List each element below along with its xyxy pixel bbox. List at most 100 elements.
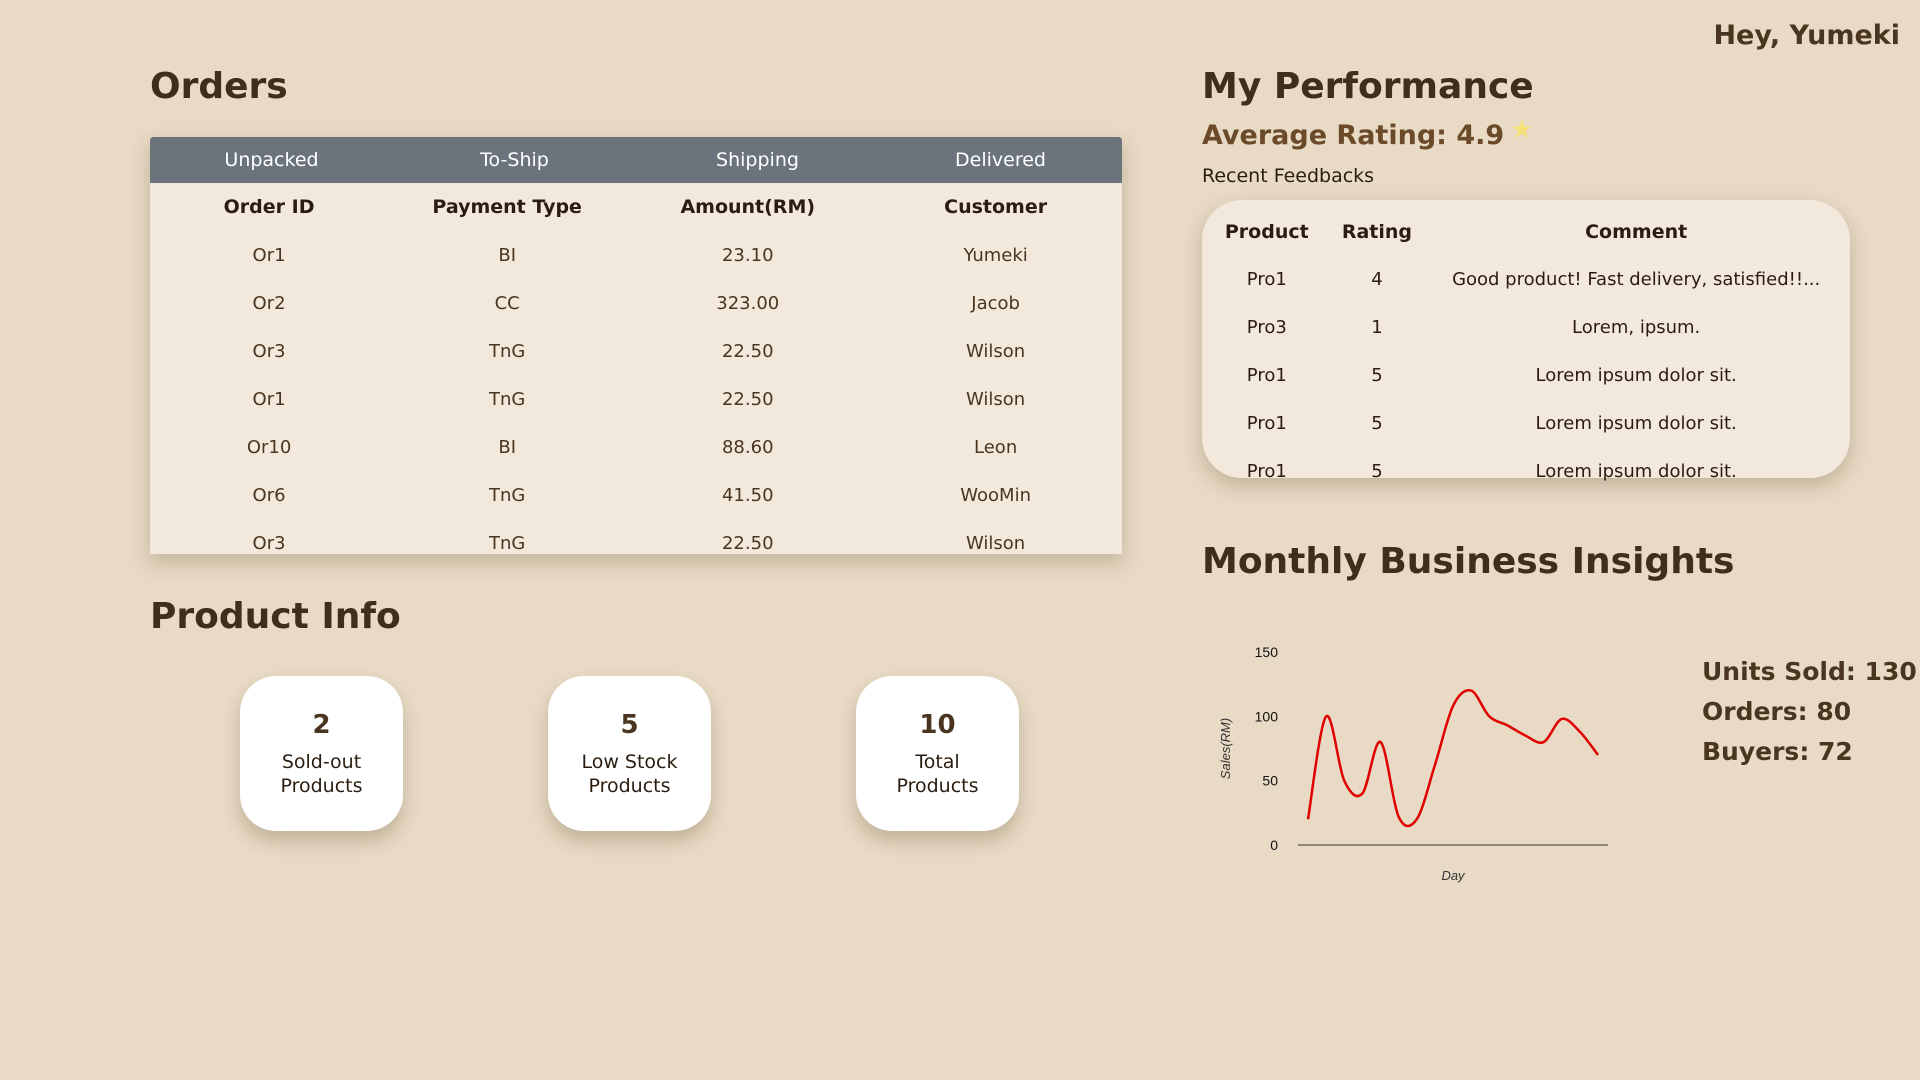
buyers-stat: Buyers: 72: [1702, 737, 1853, 766]
sales-chart: 0 50 100 150 Day Sales(RM): [1210, 630, 1630, 900]
feedback-comment-cell: Lorem, ipsum.: [1572, 316, 1701, 338]
amount-cell: 88.60: [721, 436, 774, 458]
feedback-row[interactable]: Pro1 5 Lorem ipsum dolor sit.: [1202, 351, 1850, 399]
feedback-table: Product Rating Comment Pro1 4 Good product…: [1202, 208, 1850, 495]
order-id-cell: Or6: [252, 484, 286, 506]
feedback-rating-cell: 5: [1371, 364, 1383, 386]
user-greeting: Hey, Yumeki: [1713, 20, 1900, 51]
feedback-comment-cell: Lorem ipsum dolor sit.: [1535, 364, 1737, 386]
low-stock-products-card[interactable]: 5 Low Stock Products: [548, 676, 711, 831]
order-row[interactable]: Or2 CC 323.00 Jacob: [150, 279, 1122, 327]
feedback-product-cell: Pro1: [1246, 364, 1287, 386]
column-header-rating: Rating: [1341, 220, 1413, 243]
product-info-title: Product Info: [150, 596, 401, 637]
customer-cell: Yumeki: [963, 244, 1028, 266]
column-header-product: Product: [1224, 220, 1309, 243]
amount-cell: 22.50: [721, 532, 774, 554]
tab-unpacked[interactable]: Unpacked: [150, 137, 393, 183]
feedback-row[interactable]: Pro1 5 Lorem ipsum dolor sit.: [1202, 447, 1850, 495]
feedback-product-cell: Pro1: [1246, 460, 1287, 482]
feedback-rating-cell: 4: [1371, 268, 1383, 290]
order-id-cell: Or1: [252, 244, 286, 266]
feedback-rating-cell: 5: [1371, 412, 1383, 434]
total-products-label: Total Products: [896, 750, 979, 797]
tab-to-ship[interactable]: To-Ship: [393, 137, 636, 183]
orders-tab-bar: Unpacked To-Ship Shipping Delivered: [150, 137, 1122, 183]
feedback-row[interactable]: Pro1 5 Lorem ipsum dolor sit.: [1202, 399, 1850, 447]
column-header-customer: Customer: [944, 196, 1048, 218]
insights-title: Monthly Business Insights: [1202, 541, 1735, 582]
feedback-product-cell: Pro1: [1246, 412, 1287, 434]
payment-type-cell: BI: [498, 436, 517, 458]
feedback-row[interactable]: Pro3 1 Lorem, ipsum.: [1202, 303, 1850, 351]
low-stock-count: 5: [620, 709, 639, 740]
payment-type-cell: TnG: [489, 340, 526, 362]
column-header-comment: Comment: [1585, 220, 1688, 243]
order-row[interactable]: Or1 BI 23.10 Yumeki: [150, 231, 1122, 279]
feedback-table-body: Pro1 4 Good product! Fast delivery, satisf…: [1202, 255, 1850, 495]
insight-stats: Units Sold: 130 Orders: 80 Buyers: 72: [1702, 652, 1917, 772]
y-axis-label: Sales(RM): [1218, 718, 1233, 779]
order-id-cell: Or2: [252, 292, 286, 314]
x-axis-label: Day: [1441, 868, 1466, 883]
orders-header-row: Order ID Payment Type Amount(RM) Custome…: [150, 183, 1122, 231]
amount-cell: 41.50: [721, 484, 774, 506]
sold-out-count: 2: [312, 709, 331, 740]
order-id-cell: Or1: [252, 388, 286, 410]
sold-out-products-card[interactable]: 2 Sold-out Products: [240, 676, 403, 831]
feedback-rating-cell: 1: [1371, 316, 1383, 338]
customer-cell: Jacob: [971, 292, 1020, 314]
amount-cell: 323.00: [716, 292, 780, 314]
payment-type-cell: BI: [498, 244, 517, 266]
order-row[interactable]: Or10 BI 88.60 Leon: [150, 423, 1122, 471]
order-row[interactable]: Or3 TnG 22.50 Wilson: [150, 519, 1122, 567]
orders-table: Order ID Payment Type Amount(RM) Custome…: [150, 183, 1122, 567]
average-rating: Average Rating: 4.9 ★: [1202, 115, 1533, 151]
recent-feedbacks-label: Recent Feedbacks: [1202, 165, 1375, 187]
order-row[interactable]: Or1 TnG 22.50 Wilson: [150, 375, 1122, 423]
customer-cell: Leon: [974, 436, 1018, 458]
y-tick-label: 150: [1255, 644, 1279, 660]
amount-cell: 22.50: [721, 388, 774, 410]
orders-table-body: Or1 BI 23.10 Yumeki Or2 CC 323.00 Jacob Or3 TnG 22…: [150, 231, 1122, 567]
dashboard-page: Hey, Yumeki Orders Unpacked To-Ship Ship…: [0, 0, 1920, 1080]
order-id-cell: Or10: [246, 436, 292, 458]
customer-cell: Wilson: [966, 340, 1026, 362]
sold-out-label: Sold-out Products: [280, 750, 363, 797]
tab-shipping[interactable]: Shipping: [636, 137, 879, 183]
sales-series-line: [1306, 689, 1599, 828]
order-row[interactable]: Or3 TnG 22.50 Wilson: [150, 327, 1122, 375]
column-header-amount: Amount(RM): [680, 196, 816, 218]
customer-cell: Wilson: [966, 388, 1026, 410]
amount-cell: 23.10: [721, 244, 774, 266]
y-tick-label: 0: [1270, 837, 1278, 853]
column-header-order-id: Order ID: [223, 196, 315, 218]
orders-card: Unpacked To-Ship Shipping Delivered Orde…: [150, 137, 1122, 554]
feedback-comment-cell: Good product! Fast delivery, satisfied!!…: [1452, 268, 1821, 290]
payment-type-cell: TnG: [489, 532, 526, 554]
total-products-card[interactable]: 10 Total Products: [856, 676, 1019, 831]
feedback-row[interactable]: Pro1 4 Good product! Fast delivery, satisf…: [1202, 255, 1850, 303]
product-info-cards: 2 Sold-out Products 5 Low Stock Products…: [150, 676, 1122, 836]
column-header-payment-type: Payment Type: [432, 196, 582, 218]
customer-cell: Wilson: [966, 532, 1026, 554]
tab-delivered[interactable]: Delivered: [879, 137, 1122, 183]
payment-type-cell: CC: [494, 292, 520, 314]
feedback-header-row: Product Rating Comment: [1202, 208, 1850, 255]
feedback-rating-cell: 5: [1371, 460, 1383, 482]
feedback-product-cell: Pro1: [1246, 268, 1287, 290]
y-tick-label: 100: [1255, 708, 1279, 724]
amount-cell: 22.50: [721, 340, 774, 362]
low-stock-label: Low Stock Products: [581, 750, 678, 797]
customer-cell: WooMin: [960, 484, 1031, 506]
performance-title: My Performance: [1202, 66, 1534, 107]
average-rating-text: Average Rating: 4.9: [1202, 120, 1505, 151]
order-row[interactable]: Or6 TnG 41.50 WooMin: [150, 471, 1122, 519]
order-id-cell: Or3: [252, 532, 286, 554]
feedback-comment-cell: Lorem ipsum dolor sit.: [1535, 412, 1737, 434]
total-products-count: 10: [919, 709, 956, 740]
orders-stat: Orders: 80: [1702, 697, 1852, 726]
orders-title: Orders: [150, 66, 288, 107]
feedback-card: Product Rating Comment Pro1 4 Good product…: [1202, 200, 1850, 482]
feedback-product-cell: Pro3: [1246, 316, 1287, 338]
